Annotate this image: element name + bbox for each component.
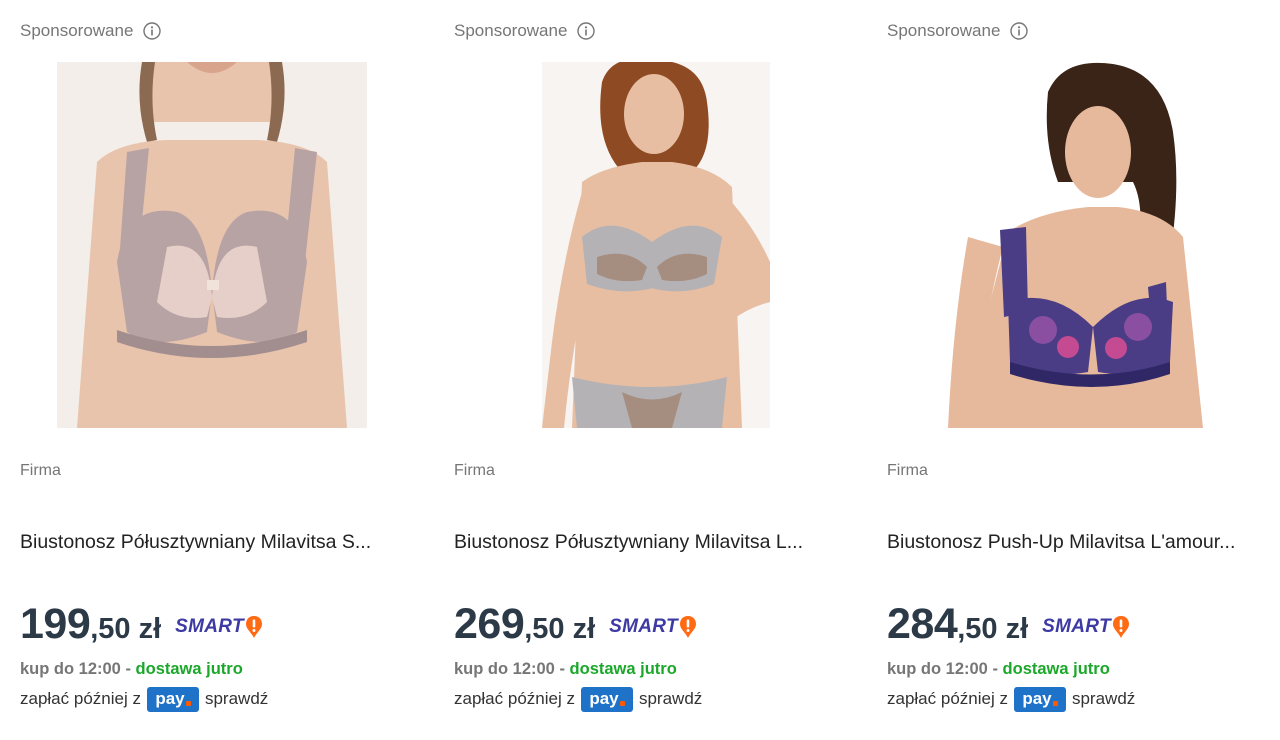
product-grid: Sponsorowane Firma Biustonosz Półusztywn… (0, 0, 1280, 740)
smart-badge: SMART (609, 615, 697, 639)
product-title[interactable]: Biustonosz Półusztywniany Milavitsa S... (20, 531, 404, 554)
price-integer: 269 (454, 600, 525, 648)
sponsored-text: Sponsorowane (20, 21, 134, 40)
info-circle-icon[interactable] (1010, 22, 1029, 40)
price-integer: 199 (20, 600, 91, 648)
smart-exclamation-icon (245, 615, 263, 639)
brand-label: Firma (20, 462, 61, 479)
pay-dot-icon (185, 700, 191, 706)
smart-label: SMART (175, 616, 244, 637)
smart-label: SMART (609, 616, 678, 637)
delivery-prefix: kup do 12:00 - (454, 660, 565, 678)
price-currency: zł (572, 613, 596, 645)
pay-logo: pay (580, 686, 633, 712)
pay-later-prefix: zapłać później z (20, 689, 141, 708)
price-decimal: ,50 (524, 613, 565, 645)
pay-later-info: zapłać później z pay sprawdź (887, 685, 1135, 713)
price-currency: zł (1005, 613, 1029, 645)
pay-logo: pay (1013, 686, 1066, 712)
delivery-highlight: dostawa jutro (569, 660, 677, 678)
product-card[interactable]: Sponsorowane Firma Biustonosz Półusztywn… (454, 0, 854, 740)
pay-later-info: zapłać później z pay sprawdź (454, 685, 702, 713)
brand-label: Firma (887, 462, 928, 479)
pay-logo-text: pay (1022, 689, 1052, 708)
pay-dot-icon (1052, 700, 1058, 706)
sponsored-text: Sponsorowane (887, 21, 1001, 40)
product-title[interactable]: Biustonosz Półusztywniany Milavitsa L... (454, 531, 838, 554)
product-image[interactable] (57, 62, 367, 428)
pay-dot-icon (619, 700, 625, 706)
smart-badge: SMART (1042, 615, 1130, 639)
pay-later-prefix: zapłać później z (887, 689, 1008, 708)
sponsored-text: Sponsorowane (454, 21, 568, 40)
delivery-info: kup do 12:00 - dostawa jutro (454, 660, 677, 679)
product-image[interactable] (542, 62, 770, 428)
price-decimal: ,50 (90, 613, 131, 645)
delivery-prefix: kup do 12:00 - (887, 660, 998, 678)
sponsored-label: Sponsorowane (454, 20, 596, 42)
sponsored-label: Sponsorowane (887, 20, 1029, 42)
price: 284 ,50 zł SMART (887, 600, 1130, 650)
delivery-highlight: dostawa jutro (135, 660, 243, 678)
price-currency: zł (138, 613, 162, 645)
smart-label: SMART (1042, 616, 1111, 637)
product-title[interactable]: Biustonosz Push-Up Milavitsa L'amour... (887, 531, 1271, 554)
product-card[interactable]: Sponsorowane Firma (20, 0, 420, 740)
pay-later-info: zapłać później z pay sprawdź (20, 685, 268, 713)
price: 269 ,50 zł SMART (454, 600, 697, 650)
delivery-info: kup do 12:00 - dostawa jutro (20, 660, 243, 679)
pay-later-prefix: zapłać później z (454, 689, 575, 708)
product-image[interactable] (948, 62, 1212, 428)
check-link[interactable]: sprawdź (205, 689, 268, 709)
brand-label: Firma (454, 462, 495, 479)
smart-exclamation-icon (1112, 615, 1130, 639)
price-decimal: ,50 (957, 613, 998, 645)
smart-exclamation-icon (679, 615, 697, 639)
delivery-highlight: dostawa jutro (1002, 660, 1110, 678)
smart-badge: SMART (175, 615, 263, 639)
sponsored-label: Sponsorowane (20, 20, 162, 42)
delivery-prefix: kup do 12:00 - (20, 660, 131, 678)
pay-logo-text: pay (589, 689, 619, 708)
price: 199 ,50 zł SMART (20, 600, 263, 650)
check-link[interactable]: sprawdź (639, 689, 702, 709)
pay-logo-text: pay (155, 689, 185, 708)
delivery-info: kup do 12:00 - dostawa jutro (887, 660, 1110, 679)
info-circle-icon[interactable] (577, 22, 596, 40)
info-circle-icon[interactable] (143, 22, 162, 40)
price-integer: 284 (887, 600, 958, 648)
check-link[interactable]: sprawdź (1072, 689, 1135, 709)
product-card[interactable]: Sponsorowane Firma (887, 0, 1280, 740)
pay-logo: pay (146, 686, 199, 712)
